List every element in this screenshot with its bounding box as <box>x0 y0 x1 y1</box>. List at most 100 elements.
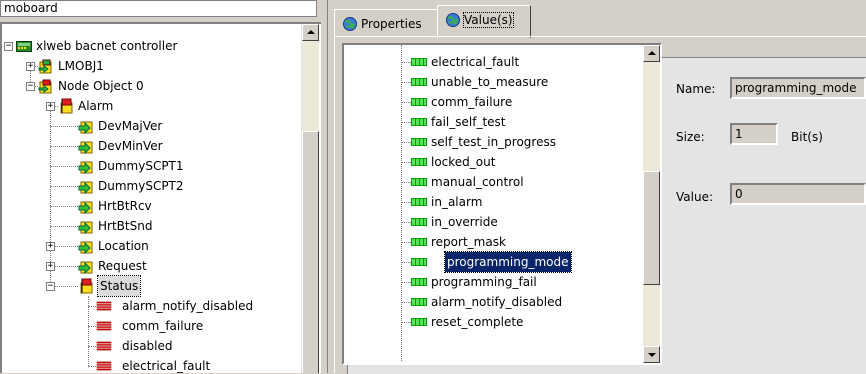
values-scrollbar[interactable] <box>643 45 660 363</box>
list-guide <box>402 102 411 103</box>
value-list-label: in_alarm <box>431 195 483 209</box>
tree-item[interactable]: HrtBtRcv <box>2 196 301 216</box>
bit-green-icon <box>411 318 427 326</box>
value-list-item[interactable]: manual_control <box>344 172 643 192</box>
tree-view[interactable]: − xlweb bacnet controller + LMOBJ1− Node Obj… <box>0 22 321 373</box>
expand-icon[interactable]: + <box>46 102 55 111</box>
list-guide <box>402 322 411 323</box>
tree-scrollbar[interactable] <box>301 24 319 373</box>
bit-green-icon <box>411 298 427 306</box>
tree-item[interactable]: disabled <box>2 336 301 356</box>
tab-label: Value(s) <box>463 12 514 28</box>
size-label: Size: <box>676 130 705 144</box>
tree-item[interactable]: + Alarm <box>2 96 301 116</box>
scroll-up-button[interactable] <box>643 45 660 62</box>
flag-red-icon <box>78 276 94 296</box>
arrow-up-icon <box>307 30 315 34</box>
tree-guide <box>50 166 78 167</box>
detail-pane: Properties Value(s) electrical_fault unab… <box>328 0 866 374</box>
list-guide <box>402 302 411 303</box>
bit-red-icon <box>96 336 118 356</box>
value-list-item[interactable]: comm_failure <box>344 92 643 112</box>
tree-content: − xlweb bacnet controller + LMOBJ1− Node Obj… <box>2 24 301 373</box>
value-list-label: programming_fail <box>431 275 537 289</box>
tree-item-label: comm_failure <box>122 319 204 333</box>
arrow-green-icon <box>78 156 94 176</box>
tree-item[interactable]: DevMinVer <box>2 136 301 156</box>
tab-values[interactable]: Value(s) <box>437 5 531 38</box>
expand-icon[interactable]: + <box>46 262 55 271</box>
bit-green-icon <box>411 98 427 106</box>
value-list-label: report_mask <box>431 235 506 249</box>
tree-item[interactable]: DummySCPT2 <box>2 176 301 196</box>
value-list-item[interactable]: in_alarm <box>344 192 643 212</box>
collapse-icon[interactable]: − <box>46 282 55 291</box>
pane-splitter[interactable] <box>321 0 328 373</box>
flag-red-icon <box>58 96 74 116</box>
value-list-item[interactable]: fail_self_test <box>344 112 643 132</box>
tree-item[interactable]: HrtBtSnd <box>2 216 301 236</box>
scroll-thumb[interactable] <box>302 131 319 373</box>
tab-properties[interactable]: Properties <box>334 9 438 37</box>
tree-item[interactable]: + LMOBJ1 <box>2 56 301 76</box>
arrow-green-icon <box>78 136 94 156</box>
tree-guide <box>50 226 78 227</box>
tree-item[interactable]: DevMajVer <box>2 116 301 136</box>
value-list-item[interactable]: electrical_fault <box>344 52 643 72</box>
bit-green-icon <box>411 78 427 86</box>
scroll-up-button[interactable] <box>302 24 319 41</box>
list-guide <box>402 222 411 223</box>
tree-item[interactable]: comm_failure <box>2 316 301 336</box>
value-list-item[interactable]: self_test_in_progress <box>344 132 643 152</box>
value-list-item[interactable]: unable_to_measure <box>344 72 643 92</box>
tree-item[interactable]: − Node Object 0 <box>2 76 301 96</box>
path-field[interactable]: moboard <box>0 0 317 17</box>
tree-item[interactable]: DummySCPT1 <box>2 156 301 176</box>
expand-icon[interactable]: + <box>26 62 35 71</box>
arrow-down-icon <box>648 353 656 357</box>
scroll-thumb[interactable] <box>643 171 660 285</box>
expand-icon[interactable]: + <box>46 242 55 251</box>
collapse-icon[interactable]: − <box>26 82 35 91</box>
value-list-item[interactable]: report_mask <box>344 232 643 252</box>
tree-guide <box>88 306 96 307</box>
controller-icon <box>16 36 32 56</box>
scroll-down-button[interactable] <box>643 346 660 363</box>
value-list-item[interactable]: in_override <box>344 212 643 232</box>
collapse-icon[interactable]: − <box>4 42 13 51</box>
tree-item[interactable]: electrical_fault <box>2 356 301 373</box>
list-guide <box>402 262 411 263</box>
arrow-up-icon <box>648 51 656 55</box>
tree-item[interactable]: alarm_notify_disabled <box>2 296 301 316</box>
globe-icon <box>446 13 460 27</box>
value-list-item[interactable]: reset_complete <box>344 312 643 332</box>
globe-icon <box>343 17 357 31</box>
tree-item-label: Request <box>98 259 147 273</box>
arrow-green-icon <box>78 116 94 136</box>
value-field[interactable]: 0 <box>730 183 866 205</box>
tree-item-label: DummySCPT2 <box>98 179 184 193</box>
list-guide <box>402 82 411 83</box>
value-list-item[interactable]: programming_mode <box>344 251 643 273</box>
name-field: programming_mode <box>730 77 866 99</box>
tree-pane: moboard − xlweb bacnet controller + LMOBJ1−… <box>0 0 321 373</box>
bit-green-icon <box>411 238 427 246</box>
tree-item-label: DummySCPT1 <box>98 159 184 173</box>
tree-item[interactable]: − xlweb bacnet controller <box>2 36 301 56</box>
tree-guide <box>50 186 78 187</box>
node-object-icon <box>38 76 54 96</box>
arrow-green-icon <box>78 196 94 216</box>
list-guide <box>402 162 411 163</box>
tree-item[interactable]: + Location <box>2 236 301 256</box>
value-list-item[interactable]: locked_out <box>344 152 643 172</box>
tree-guide <box>88 346 96 347</box>
bit-green-icon <box>411 158 427 166</box>
tree-item-label: HrtBtRcv <box>98 199 152 213</box>
values-list[interactable]: electrical_fault unable_to_measure comm_fa… <box>342 43 662 365</box>
list-guide <box>402 182 411 183</box>
tree-item[interactable]: + Request <box>2 256 301 276</box>
tree-item[interactable]: − Status <box>2 275 301 297</box>
bit-red-icon <box>96 356 118 373</box>
value-list-item[interactable]: alarm_notify_disabled <box>344 292 643 312</box>
value-list-item[interactable]: programming_fail <box>344 272 643 292</box>
